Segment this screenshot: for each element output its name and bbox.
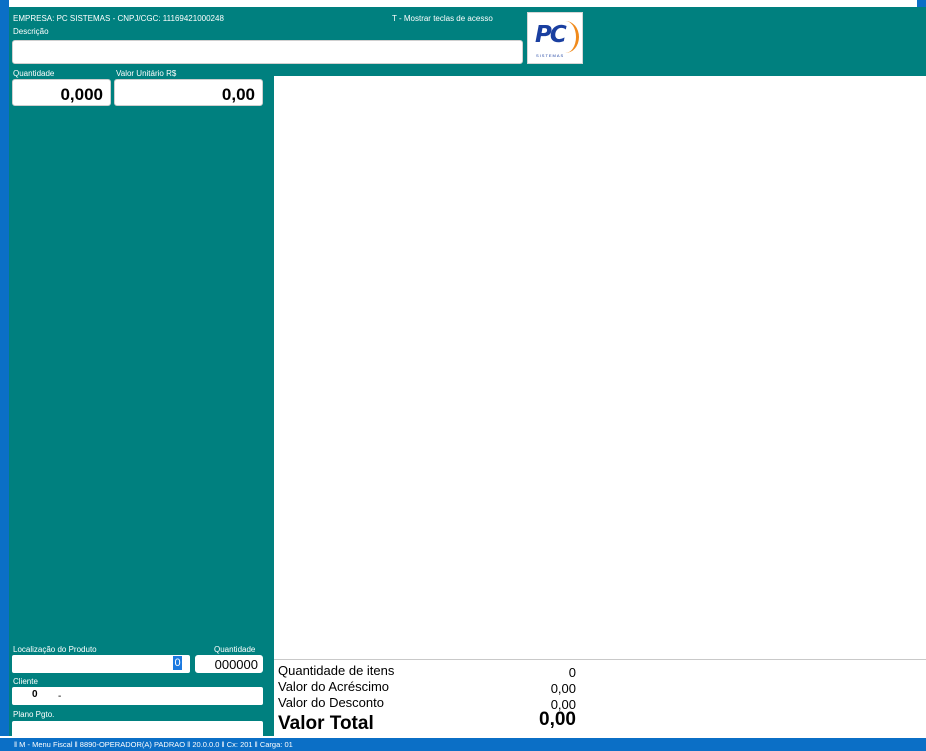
shortcut-hint[interactable]: T - Mostrar teclas de acesso xyxy=(392,14,493,23)
surcharge-label: Valor do Acréscimo xyxy=(278,679,390,694)
total-value: 0,00 xyxy=(539,709,576,730)
status-bar: ‖ M - Menu Fiscal ‖ 8890-OPERADOR(A) PAD… xyxy=(0,738,926,751)
customer-label: Cliente xyxy=(13,677,38,686)
surcharge-value: 0,00 xyxy=(550,681,576,696)
customer-code: 0 xyxy=(32,689,38,700)
quantity-label: Quantidade xyxy=(13,69,55,78)
location-label: Localização do Produto xyxy=(13,645,97,654)
customer-field[interactable]: 0 - xyxy=(12,687,263,705)
unit-value-label: Valor Unitário R$ xyxy=(116,69,177,78)
items-list-panel[interactable] xyxy=(274,76,926,659)
description-label: Descrição xyxy=(13,27,49,36)
location-input-value[interactable]: 0 xyxy=(173,656,182,670)
logo-text: PC xyxy=(535,22,567,48)
discount-label: Valor do Desconto xyxy=(278,695,384,710)
description-input[interactable] xyxy=(12,40,523,64)
logo-subtext: SISTEMAS xyxy=(536,53,565,58)
summary-divider xyxy=(274,659,926,660)
items-count-value: 0 xyxy=(568,665,576,680)
unit-value-field[interactable]: 0,00 xyxy=(114,79,263,106)
location-input[interactable] xyxy=(12,655,190,673)
product-quantity-label: Quantidade xyxy=(214,645,256,654)
left-panel xyxy=(9,76,270,736)
pc-sistemas-logo: PC SISTEMAS xyxy=(527,12,583,64)
customer-name: - xyxy=(58,691,62,702)
top-right-border xyxy=(917,0,926,7)
product-quantity-field[interactable]: 000000 xyxy=(195,655,263,673)
quantity-field[interactable]: 0,000 xyxy=(12,79,111,106)
items-count-label: Quantidade de itens xyxy=(278,663,395,678)
company-info: EMPRESA: PC SISTEMAS - CNPJ/CGC: 1116942… xyxy=(13,14,224,23)
payment-plan-label: Plano Pgto. xyxy=(13,710,55,719)
status-bar-text: ‖ M - Menu Fiscal ‖ 8890-OPERADOR(A) PAD… xyxy=(14,740,293,749)
left-window-border xyxy=(0,0,9,751)
pdv-window: EMPRESA: PC SISTEMAS - CNPJ/CGC: 1116942… xyxy=(0,0,926,751)
total-label: Valor Total xyxy=(278,713,374,734)
